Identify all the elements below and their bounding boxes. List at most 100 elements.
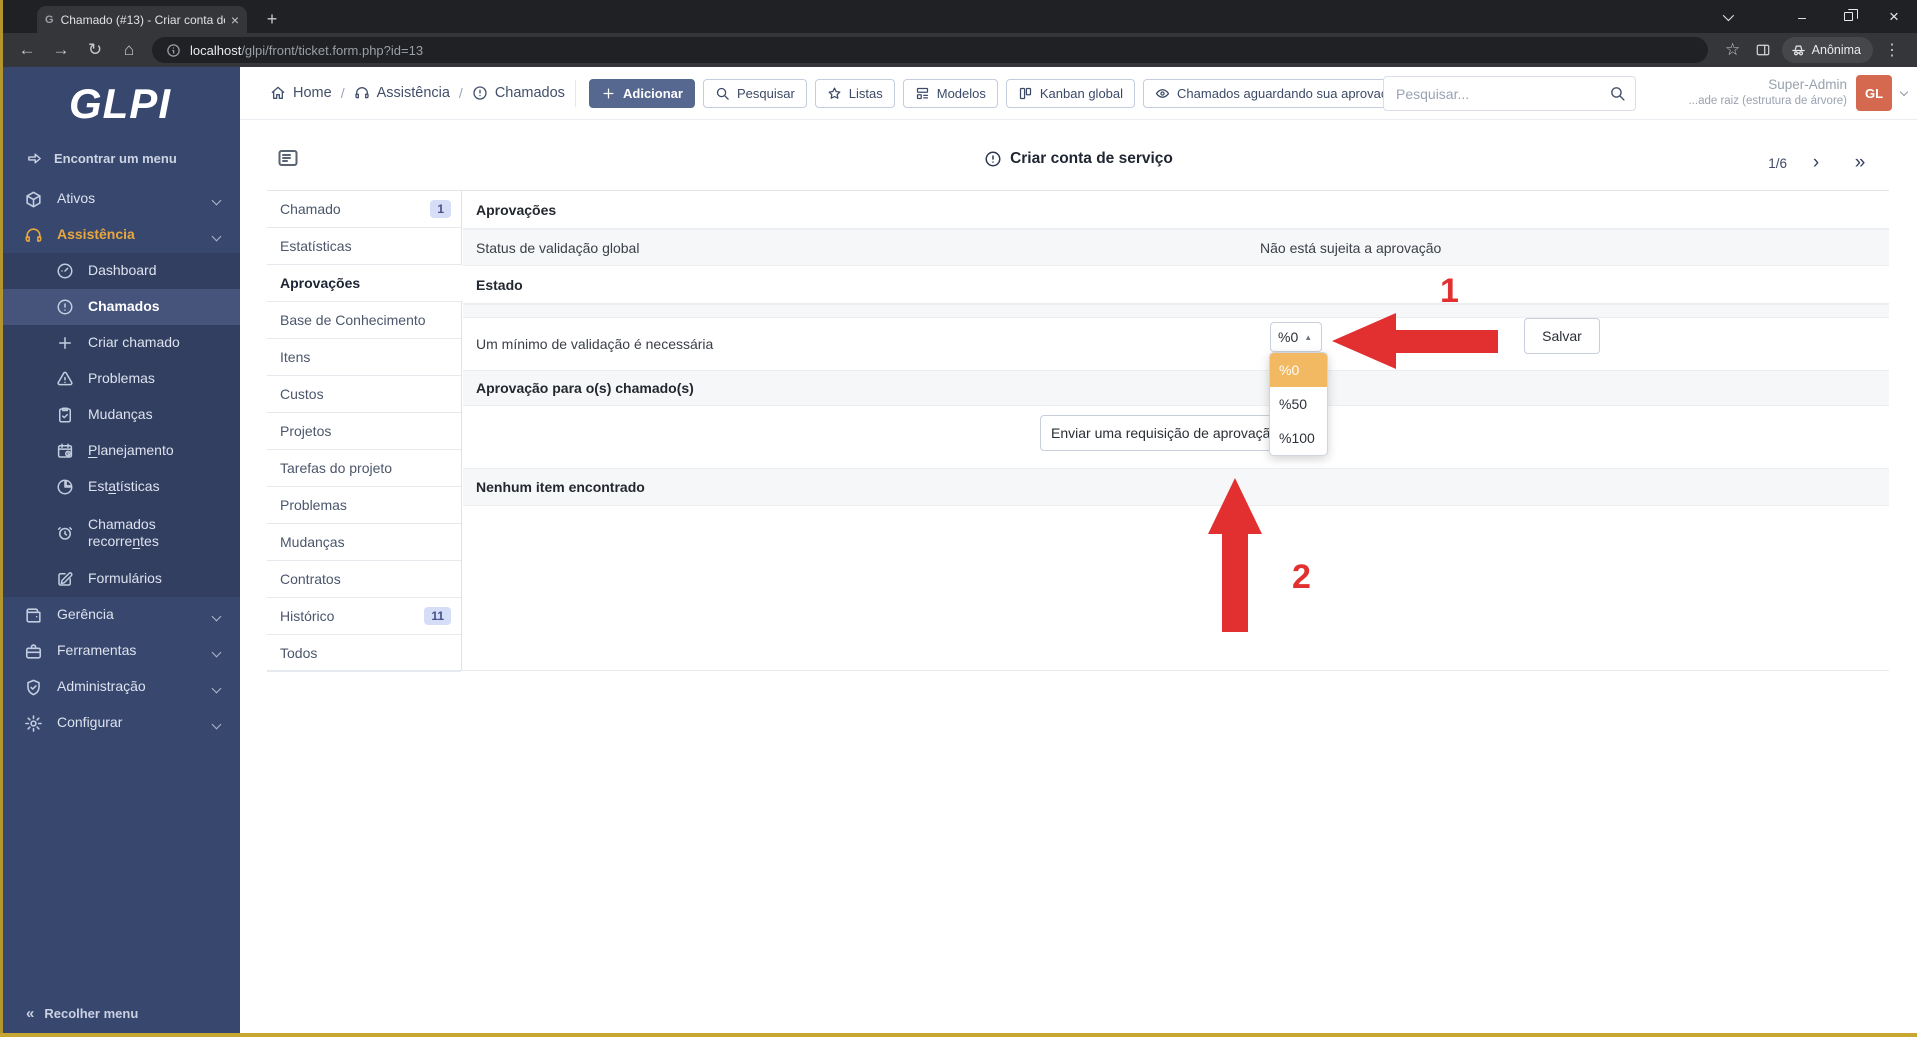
next-item-button[interactable]: ›	[1801, 148, 1831, 178]
sidebar-item-label: Administração	[57, 678, 146, 695]
sidebar-item-label: Formulários	[88, 570, 162, 587]
sidebar-item-dashboard[interactable]: Dashboard	[0, 253, 240, 289]
breadcrumb-assistencia[interactable]: Assistência	[354, 85, 450, 101]
sidebar-item-chamados-recorrentes[interactable]: Chamados recorrentes	[0, 505, 240, 561]
sidebar-item-ativos[interactable]: Ativos	[0, 181, 240, 217]
select-value: %0	[1278, 329, 1299, 345]
sidebar-item-assistencia[interactable]: Assistência	[0, 217, 240, 253]
sidebar-item-administracao[interactable]: Administração	[0, 669, 240, 705]
gauge-icon	[56, 262, 74, 280]
arrow-right-icon	[26, 150, 43, 167]
tab-tarefas-do-projeto[interactable]: Tarefas do projeto	[267, 450, 461, 487]
find-menu-label: Encontrar um menu	[54, 150, 177, 166]
url-bar[interactable]: localhost/glpi/front/ticket.form.php?id=…	[152, 37, 1708, 63]
dropdown-option-pct50[interactable]: %50	[1270, 387, 1327, 421]
window-minimize-button[interactable]: –	[1779, 0, 1825, 33]
empty-list-header: Nenhum item encontrado	[463, 468, 1889, 506]
bookmark-star-icon[interactable]: ☆	[1718, 36, 1748, 64]
tab-contratos[interactable]: Contratos	[267, 561, 461, 598]
sidebar-item-formularios[interactable]: Formulários	[0, 561, 240, 597]
search-icon	[1609, 85, 1626, 102]
side-panel-icon[interactable]	[1748, 36, 1778, 64]
browser-tabstrip: G Chamado (#13) - Criar conta de s × + –…	[0, 0, 1917, 33]
ticket-form-content: Criar conta de serviço 1/6 › » Chamado 1 E…	[240, 120, 1917, 1036]
last-item-button[interactable]: »	[1845, 148, 1875, 178]
search-input[interactable]	[1383, 76, 1636, 111]
chevron-down-icon	[1899, 87, 1909, 96]
tab-aprovacoes[interactable]: Aprovações	[267, 265, 463, 302]
adicionar-button[interactable]: Adicionar	[589, 79, 695, 108]
tab-close-icon[interactable]: ×	[231, 12, 239, 28]
modelos-button[interactable]: Modelos	[902, 79, 998, 108]
sidebar-item-estatisticas[interactable]: Estatísticas	[0, 469, 240, 505]
shield-check-icon	[24, 678, 43, 697]
screenshot-border-left	[0, 0, 3, 1037]
dropdown-option-pct0[interactable]: %0	[1270, 353, 1327, 387]
breadcrumb-chamados[interactable]: Chamados	[472, 85, 565, 101]
pie-chart-icon	[56, 478, 74, 496]
wallet-icon	[24, 606, 43, 625]
alert-triangle-icon	[56, 370, 74, 388]
chevron-down-icon	[211, 683, 222, 694]
sidebar-item-configurar[interactable]: Configurar	[0, 705, 240, 741]
alert-circle-icon	[56, 298, 74, 316]
incognito-badge[interactable]: Anônima	[1781, 37, 1873, 63]
tab-historico[interactable]: Histórico 11	[267, 598, 461, 635]
tab-itens[interactable]: Itens	[267, 339, 461, 376]
sidebar-item-criar-chamado[interactable]: Criar chamado	[0, 325, 240, 361]
ticket-approval-section-header: Aprovação para o(s) chamado(s)	[463, 370, 1889, 406]
user-menu[interactable]: Super-Admin ...ade raiz (estrutura de ár…	[1688, 75, 1909, 111]
sidebar-item-mudancas[interactable]: Mudanças	[0, 397, 240, 433]
kanban-global-button[interactable]: Kanban global	[1005, 79, 1136, 108]
box-icon	[24, 190, 43, 209]
annotation-label-2: 2	[1292, 558, 1311, 596]
tab-search-chevron-icon[interactable]	[1707, 0, 1747, 33]
back-button[interactable]: ←	[10, 36, 44, 64]
page-title: Criar conta de serviço	[1010, 150, 1173, 167]
browser-toolbar: ← → ↻ ⌂ localhost/glpi/front/ticket.form…	[0, 33, 1917, 67]
browser-tab[interactable]: G Chamado (#13) - Criar conta de s ×	[37, 6, 247, 33]
incognito-icon	[1791, 43, 1806, 58]
tab-base-de-conhecimento[interactable]: Base de Conhecimento	[267, 302, 461, 339]
send-approval-request-button[interactable]: Enviar uma requisição de aprovação	[1040, 415, 1292, 451]
glpi-logo: GLPI	[68, 80, 171, 127]
sidebar-item-ferramentas[interactable]: Ferramentas	[0, 633, 240, 669]
global-validation-status-label: Status de validação global	[476, 239, 640, 256]
home-button[interactable]: ⌂	[112, 36, 146, 64]
tab-custos[interactable]: Custos	[267, 376, 461, 413]
validation-percent-select[interactable]: %0 ▲	[1270, 322, 1322, 352]
save-button[interactable]: Salvar	[1524, 318, 1600, 354]
kanban-icon	[1018, 86, 1033, 101]
window-close-button[interactable]: ×	[1871, 0, 1917, 33]
new-tab-button[interactable]: +	[258, 5, 286, 33]
tab-mudancas[interactable]: Mudanças	[267, 524, 461, 561]
tab-badge: 11	[424, 607, 451, 625]
breadcrumb-home[interactable]: Home	[270, 85, 332, 101]
listas-button[interactable]: Listas	[814, 79, 895, 108]
home-icon	[270, 85, 286, 101]
pesquisar-button[interactable]: Pesquisar	[702, 79, 807, 108]
calendar-clock-icon	[56, 442, 74, 460]
sidebar-item-problemas[interactable]: Problemas	[0, 361, 240, 397]
tab-problemas[interactable]: Problemas	[267, 487, 461, 524]
incognito-label: Anônima	[1811, 43, 1861, 57]
browser-menu-button[interactable]: ⋮	[1877, 36, 1907, 64]
reload-button[interactable]: ↻	[78, 36, 112, 64]
window-maximize-button[interactable]	[1825, 0, 1871, 33]
find-menu-button[interactable]: Encontrar um menu	[0, 141, 240, 175]
sidebar-item-gerencia[interactable]: Gerência	[0, 597, 240, 633]
alarm-icon	[56, 524, 74, 542]
chevron-down-icon	[211, 195, 222, 206]
tab-chamado[interactable]: Chamado 1	[267, 191, 461, 228]
forward-button[interactable]: →	[44, 36, 78, 64]
tab-todos[interactable]: Todos	[267, 635, 461, 672]
dropdown-option-pct100[interactable]: %100	[1270, 421, 1327, 455]
chamados-aguardando-sua-aprovacao-button[interactable]: Chamados aguardando sua aprovação	[1143, 79, 1414, 108]
tab-projetos[interactable]: Projetos	[267, 413, 461, 450]
tab-estatisticas[interactable]: Estatísticas	[267, 228, 461, 265]
breadcrumb-separator: /	[458, 85, 463, 101]
sidebar-item-chamados[interactable]: Chamados	[0, 289, 240, 325]
sidebar-item-label: Assistência	[57, 226, 135, 243]
collapse-menu-button[interactable]: « Recolher menu	[0, 989, 240, 1037]
sidebar-item-planejamento[interactable]: Planejamento	[0, 433, 240, 469]
